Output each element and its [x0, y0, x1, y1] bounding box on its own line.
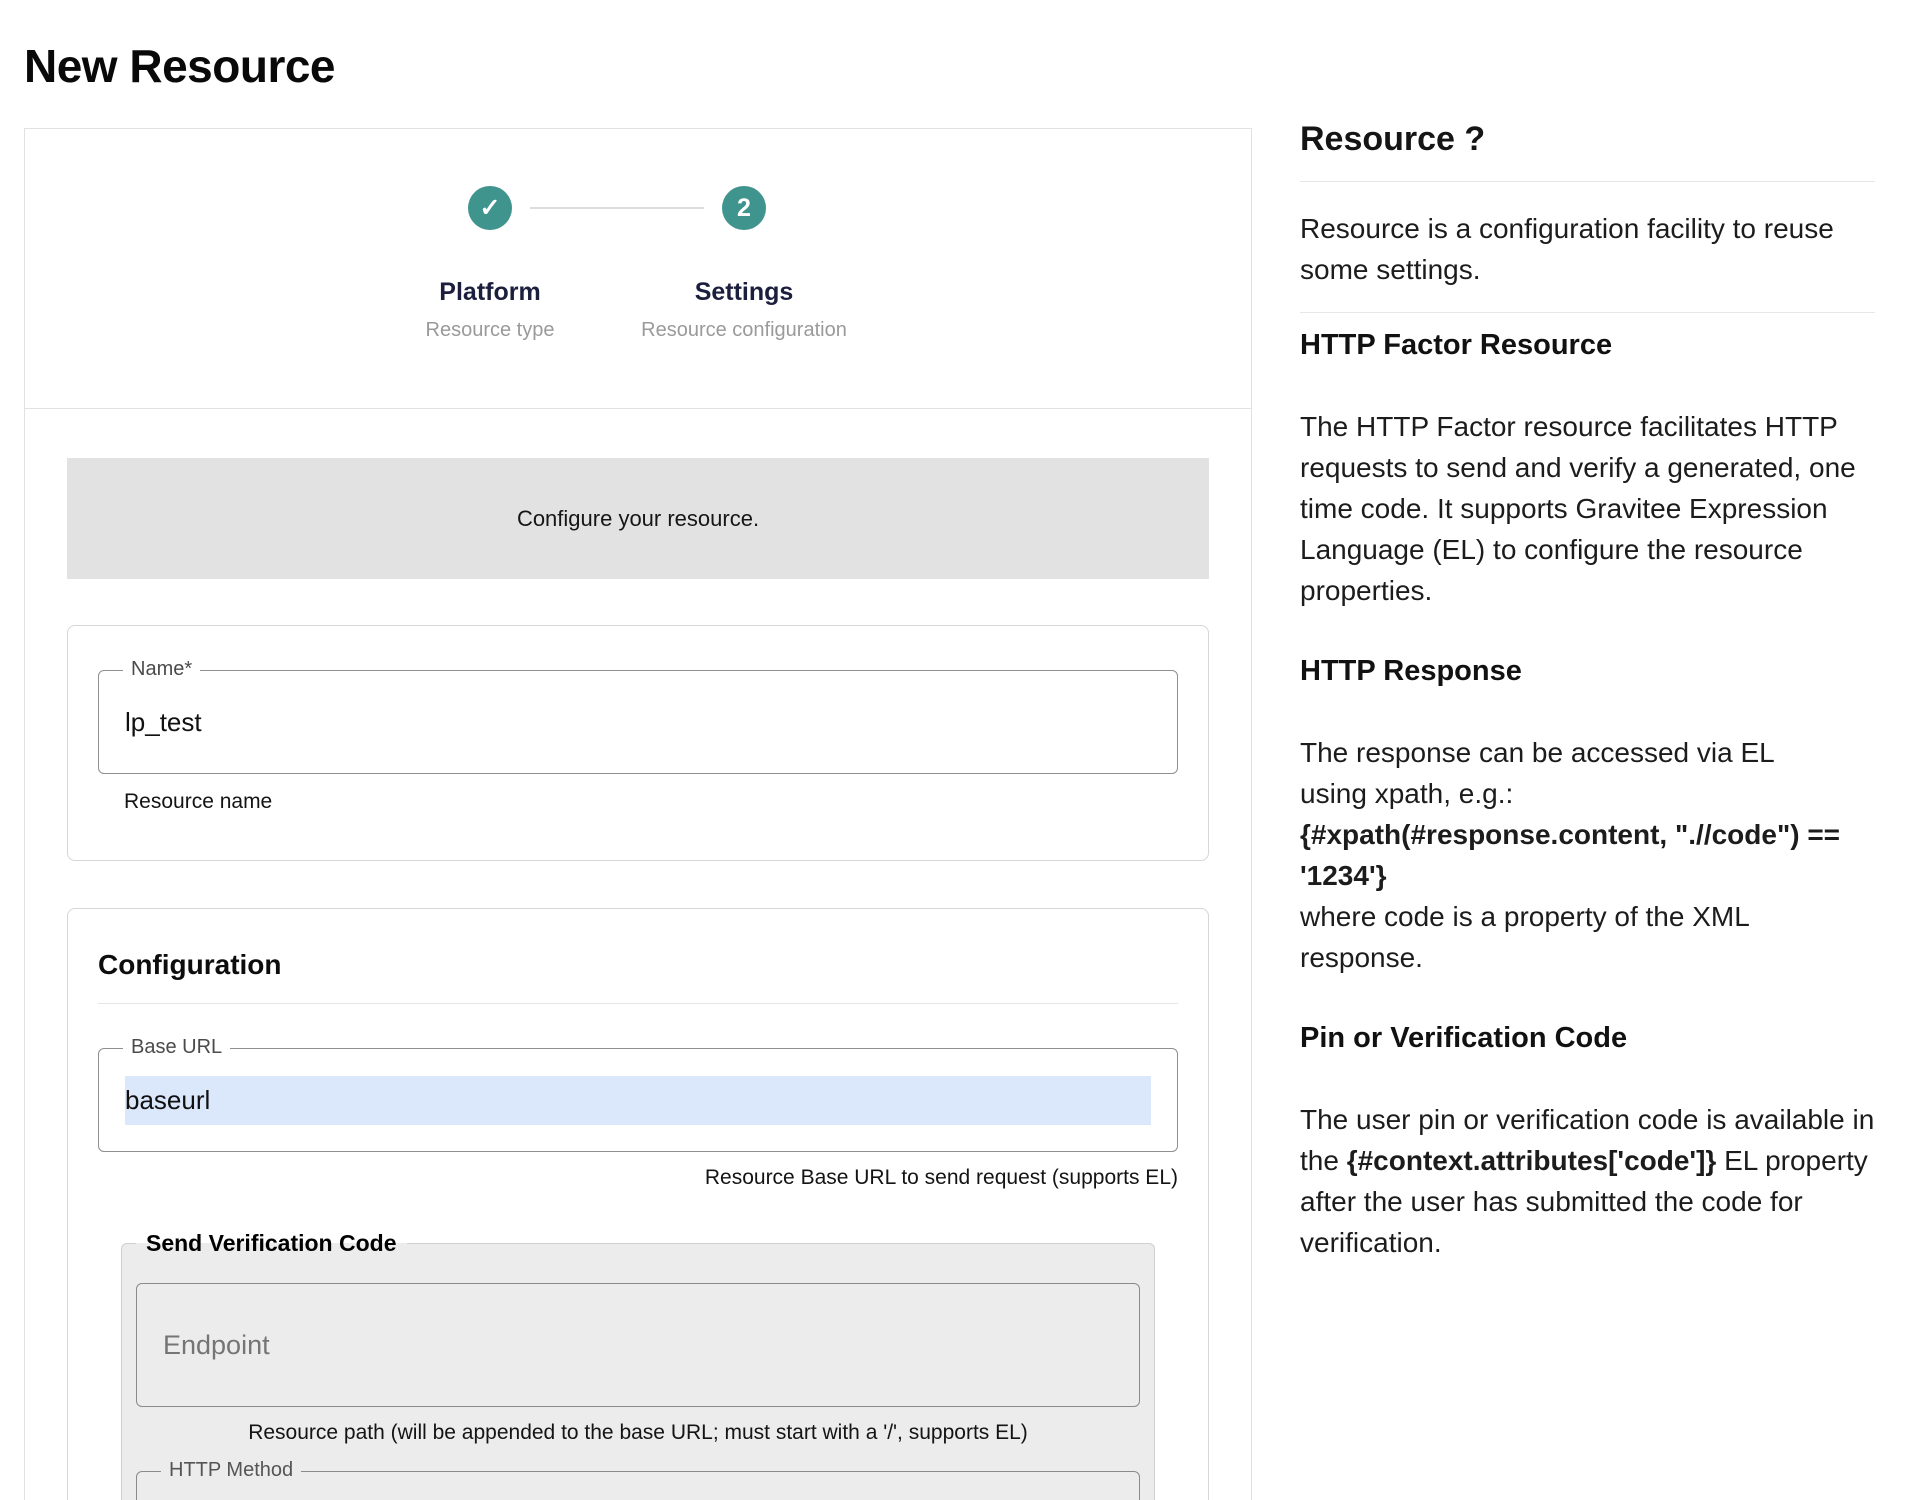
step-number-icon: 2 [722, 186, 766, 230]
help-section-heading: HTTP Response [1300, 655, 1875, 688]
help-sections: HTTP Factor Resource The HTTP Factor reso… [1300, 329, 1875, 1263]
help-panel-intro: Resource is a configuration facility to … [1300, 208, 1875, 290]
configuration-card: Configuration Base URL baseurl Resource … [67, 908, 1209, 1500]
help-section-heading: Pin or Verification Code [1300, 1022, 1875, 1055]
help-section-body: The response can be accessed via ELusing… [1300, 732, 1875, 978]
base-url-value-selected[interactable]: baseurl [125, 1076, 1151, 1125]
help-section-body: The user pin or verification code is ava… [1300, 1099, 1875, 1263]
stepper-step-settings[interactable]: 2 Settings Resource configuration [584, 186, 904, 342]
configure-resource-banner: Configure your resource. [67, 458, 1209, 579]
send-verification-code-fieldset: Send Verification Code Resource path (wi… [121, 1230, 1155, 1500]
configuration-heading: Configuration [98, 949, 1178, 981]
http-method-field[interactable]: HTTP Method [136, 1471, 1140, 1500]
wizard-card: ✓ Platform Resource type 2 Settings Reso… [24, 128, 1252, 1500]
help-panel-title: Resource ? [1300, 120, 1875, 159]
name-field-hint: Resource name [124, 790, 1178, 814]
endpoint-input[interactable] [136, 1283, 1140, 1407]
divider [1300, 181, 1875, 182]
step-sublabel: Resource configuration [584, 319, 904, 342]
http-method-field-label: HTTP Method [161, 1459, 301, 1482]
base-url-hint: Resource Base URL to send request (suppo… [98, 1166, 1178, 1190]
stepper: ✓ Platform Resource type 2 Settings Reso… [25, 129, 1251, 409]
name-field[interactable]: Name* [98, 670, 1178, 774]
divider [98, 1003, 1178, 1004]
page-title: New Resource [24, 39, 335, 93]
banner-text: Configure your resource. [517, 506, 759, 532]
divider [1300, 312, 1875, 313]
help-section: HTTP Factor Resource The HTTP Factor reso… [1300, 329, 1875, 611]
help-section: Pin or Verification Code The user pin or … [1300, 1022, 1875, 1263]
help-section: HTTP Response The response can be accesse… [1300, 655, 1875, 978]
help-section-heading: HTTP Factor Resource [1300, 329, 1875, 362]
help-section-body: The HTTP Factor resource facilitates HTT… [1300, 406, 1875, 611]
base-url-field-label: Base URL [123, 1036, 230, 1059]
name-input[interactable] [125, 707, 1072, 738]
help-panel: Resource ? Resource is a configuration f… [1300, 120, 1875, 1263]
new-resource-page: New Resource ✓ Platform Resource type 2 … [0, 0, 1918, 1500]
endpoint-hint: Resource path (will be appended to the b… [136, 1421, 1140, 1445]
name-card: Name* Resource name [67, 625, 1209, 861]
name-field-label: Name* [123, 658, 200, 681]
base-url-field[interactable]: Base URL baseurl [98, 1048, 1178, 1152]
step-completed-check-icon: ✓ [468, 186, 512, 230]
step-label: Settings [584, 278, 904, 307]
send-verification-code-legend: Send Verification Code [136, 1230, 407, 1257]
